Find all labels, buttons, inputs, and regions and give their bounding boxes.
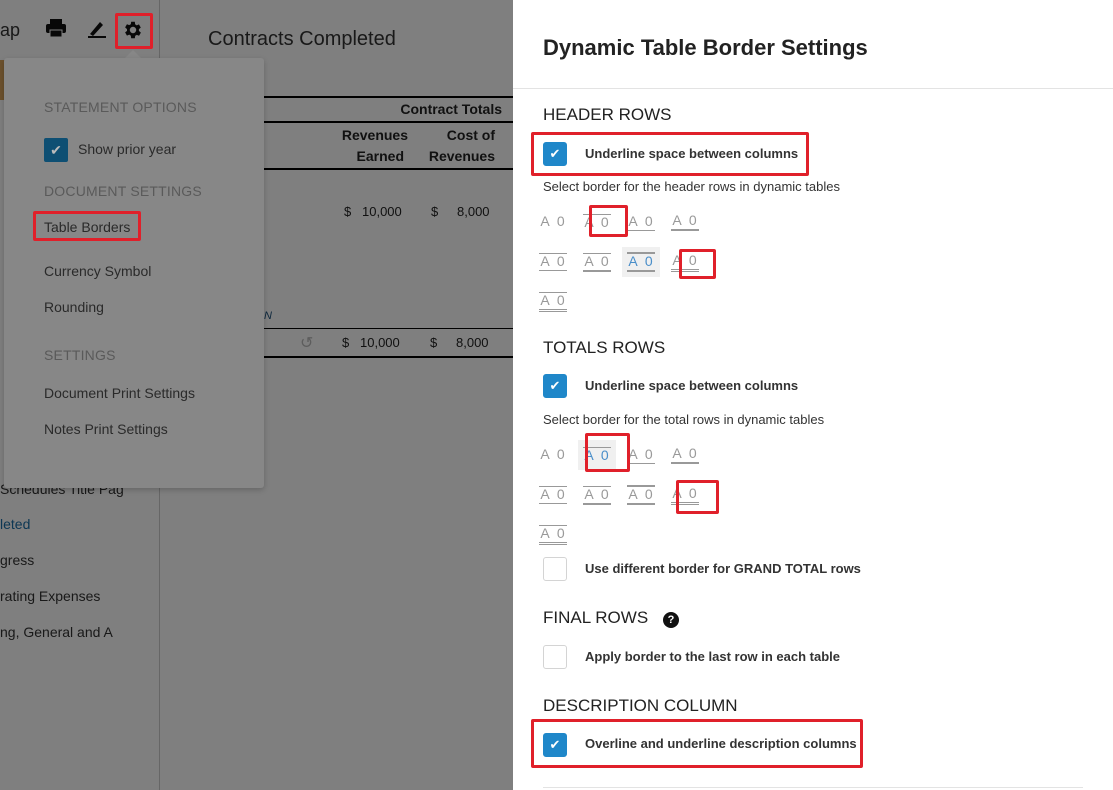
- border-sample: A 0: [627, 212, 655, 231]
- header-border-option-top-thin-bottom-thin[interactable]: A 0: [534, 247, 572, 277]
- menu-item-currency-symbol[interactable]: Currency Symbol: [44, 263, 151, 279]
- border-sample: A 0: [539, 525, 567, 545]
- border-sample: A 0: [627, 485, 655, 505]
- menu-heading-settings: SETTINGS: [44, 347, 116, 363]
- grand-total-label[interactable]: Use different border for GRAND TOTAL row…: [585, 561, 861, 576]
- header-border-option-top-thick-bottom-thick[interactable]: A 0: [622, 247, 660, 277]
- show-prior-year-checkbox[interactable]: ✔: [44, 138, 68, 162]
- grand-total-checkbox[interactable]: [543, 557, 567, 581]
- description-overline-label[interactable]: Overline and underline description colum…: [585, 736, 857, 751]
- border-sample: A 0: [583, 252, 611, 272]
- section-final-rows: FINAL ROWS: [543, 608, 649, 627]
- border-sample: A 0: [583, 446, 611, 463]
- header-border-option-top-thin[interactable]: A 0: [578, 207, 616, 237]
- totals-border-option-top-thin-bottom-thin[interactable]: A 0: [534, 480, 572, 510]
- help-icon[interactable]: ?: [663, 612, 679, 628]
- menu-heading-statement-options: STATEMENT OPTIONS: [44, 99, 197, 115]
- border-sample: A 0: [540, 213, 567, 229]
- divider: [513, 88, 1113, 89]
- header-underline-label[interactable]: Underline space between columns: [585, 146, 798, 161]
- totals-border-option-none[interactable]: A 0: [534, 440, 572, 470]
- totals-border-option-top-thin[interactable]: A 0: [578, 440, 616, 470]
- show-prior-year-label[interactable]: Show prior year: [78, 141, 176, 157]
- header-border-option-bottom-thin[interactable]: A 0: [622, 207, 660, 237]
- menu-item-document-print-settings[interactable]: Document Print Settings: [44, 385, 195, 401]
- header-border-option-bottom-thick[interactable]: A 0: [666, 207, 704, 237]
- totals-border-option-bottom-thin[interactable]: A 0: [622, 440, 660, 470]
- menu-item-table-borders[interactable]: Table Borders: [44, 219, 130, 235]
- border-sample: A 0: [671, 485, 699, 505]
- border-sample: A 0: [583, 485, 611, 505]
- border-sample: A 0: [671, 213, 699, 231]
- header-border-option-none[interactable]: A 0: [534, 207, 572, 237]
- section-description-column: DESCRIPTION COLUMN: [543, 696, 738, 715]
- panel-title: Dynamic Table Border Settings: [543, 35, 868, 60]
- divider: [543, 787, 1083, 788]
- settings-menu: STATEMENT OPTIONS ✔ Show prior year DOCU…: [4, 58, 264, 488]
- description-overline-checkbox[interactable]: ✔: [543, 733, 567, 757]
- border-sample: A 0: [539, 292, 567, 312]
- header-underline-checkbox[interactable]: ✔: [543, 142, 567, 166]
- border-sample: A 0: [627, 445, 655, 464]
- totals-border-option-bottom-double[interactable]: A 0: [666, 480, 704, 510]
- totals-border-option-top-thick-bottom-thick[interactable]: A 0: [622, 480, 660, 510]
- header-border-option-top-thin-bottom-thick[interactable]: A 0: [578, 247, 616, 277]
- menu-item-notes-print-settings[interactable]: Notes Print Settings: [44, 421, 168, 437]
- menu-heading-document-settings: DOCUMENT SETTINGS: [44, 183, 202, 199]
- final-row-border-label[interactable]: Apply border to the last row in each tab…: [585, 649, 840, 664]
- final-row-border-checkbox[interactable]: [543, 645, 567, 669]
- header-border-option-bottom-double[interactable]: A 0: [666, 247, 704, 277]
- totals-select-label: Select border for the total rows in dyna…: [543, 412, 825, 427]
- totals-border-option-bottom-thick[interactable]: A 0: [666, 440, 704, 470]
- border-sample: A 0: [627, 252, 655, 272]
- border-sample: A 0: [671, 446, 699, 464]
- table-border-settings-panel: Dynamic Table Border Settings HEADER ROW…: [513, 0, 1113, 790]
- border-sample: A 0: [539, 253, 567, 271]
- border-sample: A 0: [583, 213, 611, 230]
- totals-underline-checkbox[interactable]: ✔: [543, 374, 567, 398]
- border-sample: A 0: [540, 446, 567, 462]
- header-border-option-top-thin-bottom-double[interactable]: A 0: [534, 287, 572, 317]
- menu-item-rounding[interactable]: Rounding: [44, 299, 104, 315]
- totals-border-option-top-thin-bottom-double[interactable]: A 0: [534, 520, 572, 550]
- totals-underline-label[interactable]: Underline space between columns: [585, 378, 798, 393]
- border-sample: A 0: [671, 252, 699, 272]
- header-select-label: Select border for the header rows in dyn…: [543, 179, 840, 194]
- section-totals-rows: TOTALS ROWS: [543, 338, 666, 357]
- totals-border-option-top-thin-bottom-thick[interactable]: A 0: [578, 480, 616, 510]
- section-header-rows: HEADER ROWS: [543, 105, 672, 124]
- border-sample: A 0: [539, 486, 567, 504]
